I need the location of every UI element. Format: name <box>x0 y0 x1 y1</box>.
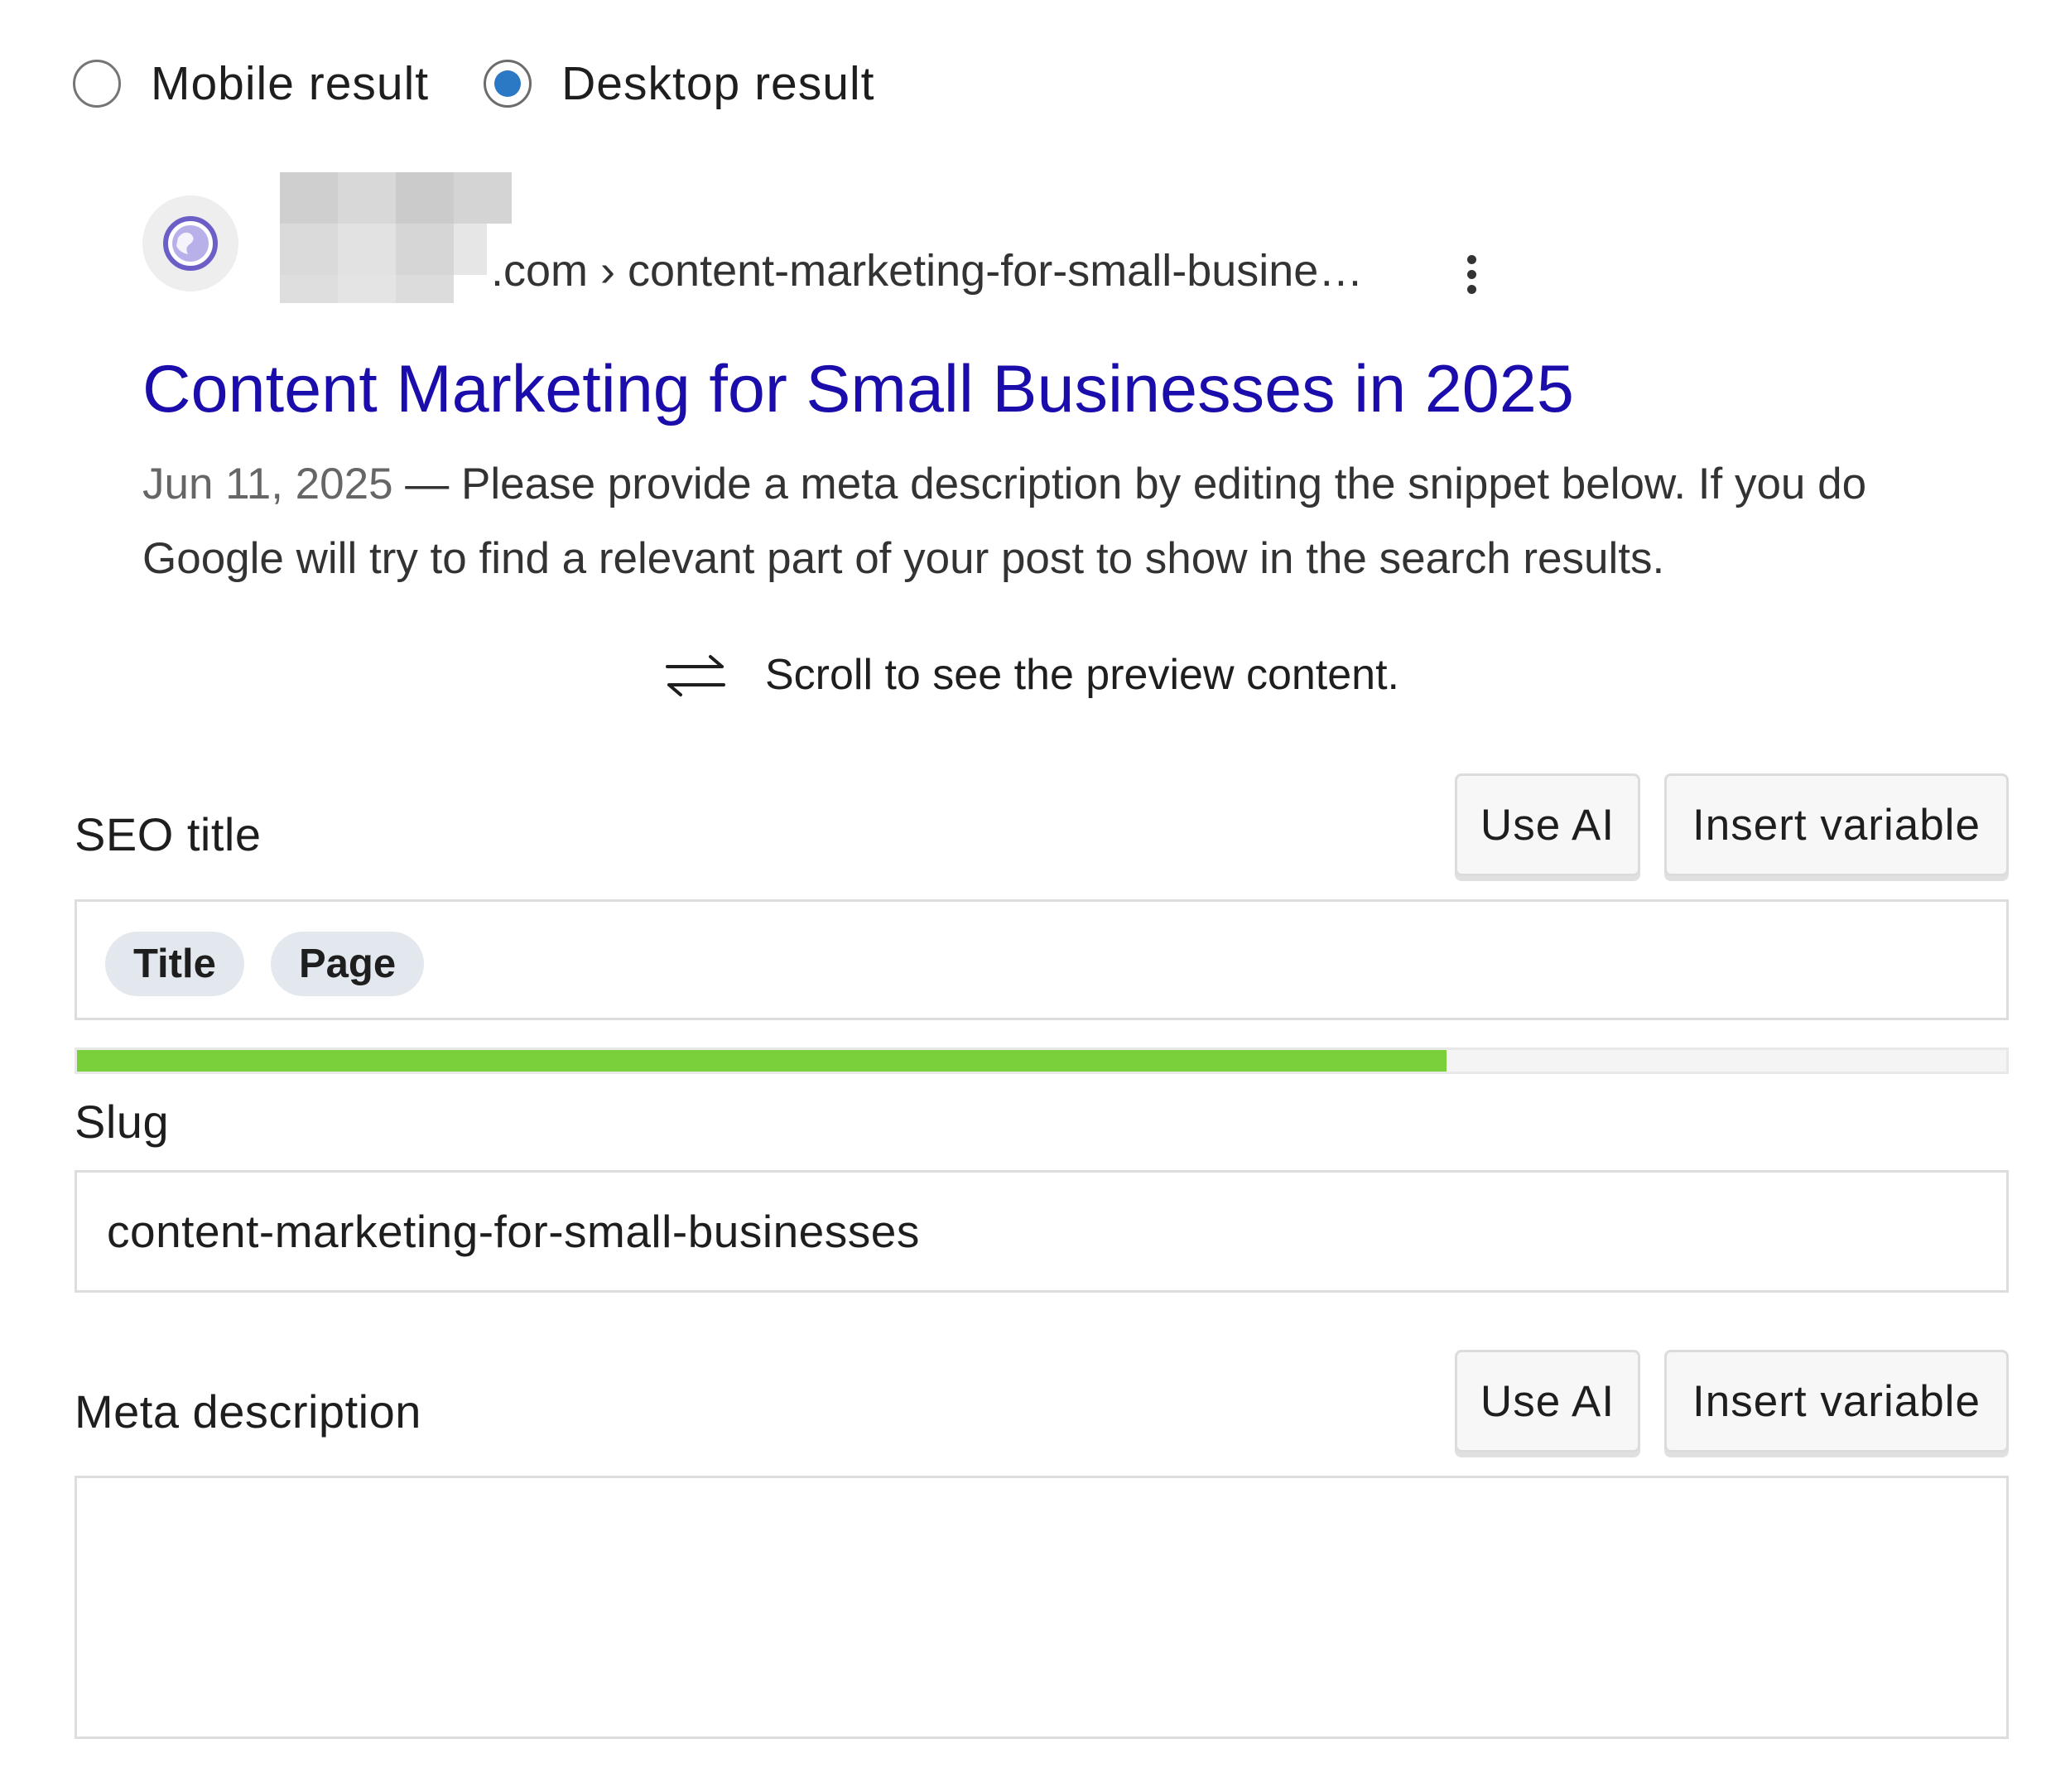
meta-description-label: Meta description <box>75 1385 421 1438</box>
result-description-line-2: Google will try to find a relevant part … <box>142 534 1665 583</box>
meta-description-input[interactable] <box>75 1476 2009 1739</box>
result-date-separator: — <box>392 460 462 508</box>
seo-title-chip-title[interactable]: Title <box>105 932 244 996</box>
slug-value[interactable]: content-marketing-for-small-businesses <box>107 1173 920 1290</box>
result-description-text-1: Please provide a meta description by edi… <box>461 460 1867 508</box>
site-favicon <box>142 195 238 291</box>
seo-title-use-ai-button[interactable]: Use AI <box>1455 773 1640 876</box>
mobile-result-label[interactable]: Mobile result <box>151 56 429 111</box>
result-description: Jun 11, 2025 — Please provide a meta des… <box>142 447 2009 596</box>
slug-label: Slug <box>75 1096 170 1148</box>
meta-description-use-ai-button[interactable]: Use AI <box>1455 1350 1640 1452</box>
seo-title-label: SEO title <box>75 808 262 860</box>
preview-mode-radio-group: Mobile result Desktop result <box>73 55 874 113</box>
seo-title-length-progress-fill <box>77 1050 1447 1072</box>
scroll-hint: Scroll to see the preview content. <box>662 646 1399 704</box>
desktop-result-radio[interactable]: Desktop result <box>484 56 874 111</box>
swap-arrows-icon <box>666 655 725 696</box>
desktop-result-radio-circle[interactable] <box>484 60 532 108</box>
seo-title-length-progress <box>75 1048 2009 1074</box>
seo-title-chip-page[interactable]: Page <box>271 932 425 996</box>
result-description-line-1: Jun 11, 2025 — Please provide a meta des… <box>142 447 2009 522</box>
vertical-dots-icon[interactable] <box>1459 245 1484 300</box>
result-date: Jun 11, 2025 <box>142 460 393 508</box>
blurred-site-name <box>280 172 512 303</box>
result-url-breadcrumb: .com › content-marketing-for-small-busin… <box>491 246 1364 296</box>
mobile-result-radio-circle[interactable] <box>73 60 121 108</box>
mobile-result-radio[interactable]: Mobile result <box>73 56 429 111</box>
seo-title-input[interactable]: Title Page <box>75 899 2009 1020</box>
seo-title-insert-variable-button[interactable]: Insert variable <box>1664 773 2009 876</box>
slug-input[interactable]: content-marketing-for-small-businesses <box>75 1170 2009 1293</box>
meta-description-insert-variable-button[interactable]: Insert variable <box>1664 1350 2009 1452</box>
desktop-result-label[interactable]: Desktop result <box>561 56 874 111</box>
globe-icon <box>163 216 218 271</box>
scroll-hint-text: Scroll to see the preview content. <box>765 651 1399 699</box>
result-title-link[interactable]: Content Marketing for Small Businesses i… <box>142 351 1574 428</box>
